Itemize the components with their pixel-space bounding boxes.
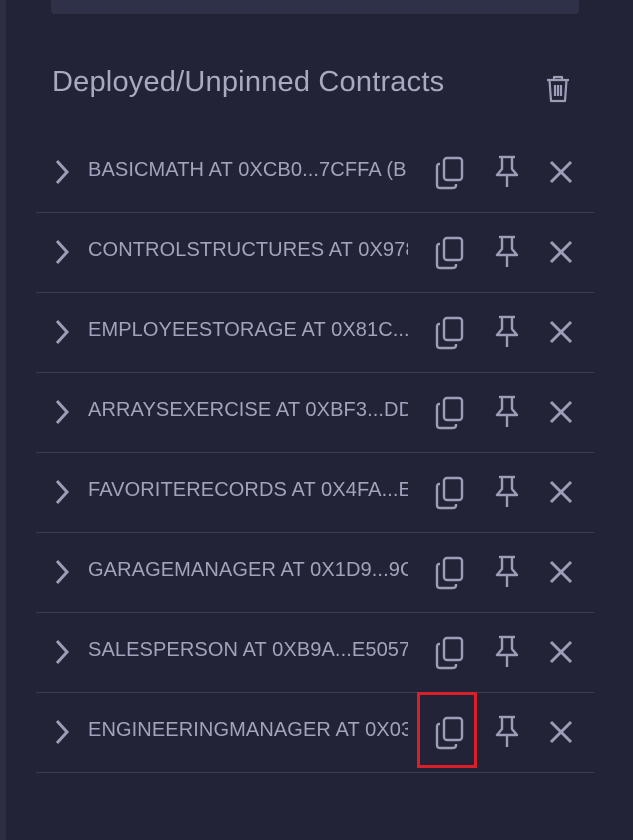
highlight-box	[417, 692, 477, 768]
contract-row: GARAGEMANAGER AT 0X1D9...9C	[36, 533, 594, 613]
pin-icon[interactable]	[492, 715, 522, 749]
copy-icon[interactable]	[434, 635, 466, 671]
contract-row: FAVORITERECORDS AT 0X4FA...ED	[36, 453, 594, 533]
close-icon[interactable]	[548, 319, 574, 345]
contract-row: EMPLOYEESTORAGE AT 0X81C...5	[36, 293, 594, 373]
contract-row: ARRAYSEXERCISE AT 0XBF3...DDD	[36, 373, 594, 453]
close-icon[interactable]	[548, 559, 574, 585]
chevron-right-icon[interactable]	[52, 477, 72, 507]
pin-icon[interactable]	[492, 155, 522, 189]
chevron-right-icon[interactable]	[52, 397, 72, 427]
chevron-right-icon[interactable]	[52, 717, 72, 747]
section-title: Deployed/Unpinned Contracts	[52, 66, 445, 98]
chevron-right-icon[interactable]	[52, 637, 72, 667]
contract-name[interactable]: ENGINEERINGMANAGER AT 0X03	[88, 719, 408, 742]
contract-name[interactable]: CONTROLSTRUCTURES AT 0X978	[88, 239, 408, 262]
close-icon[interactable]	[548, 239, 574, 265]
contract-list: BASICMATH AT 0XCB0...7CFFA (BI CONTROLST…	[36, 133, 594, 773]
copy-icon[interactable]	[434, 475, 466, 511]
chevron-right-icon[interactable]	[52, 237, 72, 267]
contract-row: SALESPERSON AT 0XB9A...E5057	[36, 613, 594, 693]
trash-icon[interactable]	[545, 74, 571, 104]
deployed-contracts-header: Deployed/Unpinned Contracts	[52, 60, 582, 116]
pin-icon[interactable]	[492, 395, 522, 429]
previous-panel	[51, 0, 579, 14]
contract-name[interactable]: ARRAYSEXERCISE AT 0XBF3...DDD	[88, 399, 408, 422]
copy-icon[interactable]	[434, 315, 466, 351]
contract-name[interactable]: FAVORITERECORDS AT 0X4FA...ED	[88, 479, 408, 502]
copy-icon[interactable]	[434, 395, 466, 431]
contract-name[interactable]: GARAGEMANAGER AT 0X1D9...9C	[88, 559, 408, 582]
contract-row: BASICMATH AT 0XCB0...7CFFA (BI	[36, 133, 594, 213]
chevron-right-icon[interactable]	[52, 157, 72, 187]
close-icon[interactable]	[548, 479, 574, 505]
copy-icon[interactable]	[434, 235, 466, 271]
close-icon[interactable]	[548, 639, 574, 665]
contract-row: ENGINEERINGMANAGER AT 0X03	[36, 693, 594, 773]
contract-name[interactable]: SALESPERSON AT 0XB9A...E5057	[88, 639, 408, 662]
close-icon[interactable]	[548, 399, 574, 425]
pin-icon[interactable]	[492, 235, 522, 269]
copy-icon[interactable]	[434, 555, 466, 591]
contract-name[interactable]: BASICMATH AT 0XCB0...7CFFA (BI	[88, 159, 408, 182]
close-icon[interactable]	[548, 159, 574, 185]
chevron-right-icon[interactable]	[52, 557, 72, 587]
pin-icon[interactable]	[492, 555, 522, 589]
pin-icon[interactable]	[492, 635, 522, 669]
side-divider	[0, 0, 6, 840]
pin-icon[interactable]	[492, 475, 522, 509]
chevron-right-icon[interactable]	[52, 317, 72, 347]
pin-icon[interactable]	[492, 315, 522, 349]
close-icon[interactable]	[548, 719, 574, 745]
contract-row: CONTROLSTRUCTURES AT 0X978	[36, 213, 594, 293]
copy-icon[interactable]	[434, 155, 466, 191]
contract-name[interactable]: EMPLOYEESTORAGE AT 0X81C...5	[88, 319, 408, 342]
